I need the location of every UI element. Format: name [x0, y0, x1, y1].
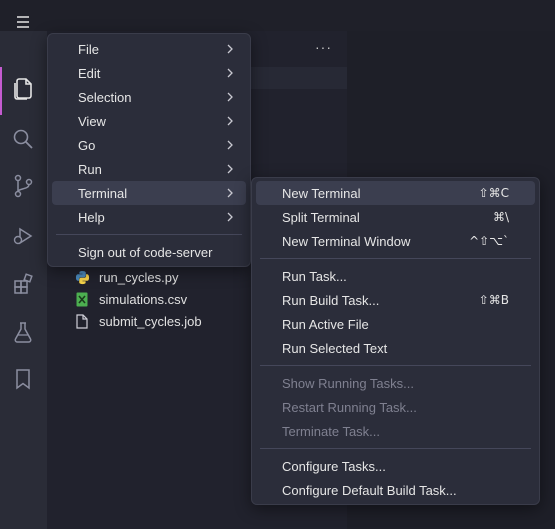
file-name: submit_cycles.job — [99, 313, 202, 329]
menu-item-label: Run Selected Text — [282, 340, 388, 356]
chevron-right-icon — [227, 68, 233, 78]
menu-separator — [260, 258, 531, 259]
restart-running-task-item: Restart Running Task... — [256, 395, 535, 419]
menu-item-file[interactable]: File — [52, 37, 246, 61]
run-debug-icon[interactable] — [11, 224, 35, 248]
menu-item-label: Configure Default Build Task... — [282, 482, 457, 498]
terminal-submenu: New Terminal ⇧⌘C Split Terminal ⌘\ New T… — [251, 177, 540, 505]
run-active-file-item[interactable]: Run Active File — [256, 312, 535, 336]
menu-item-run[interactable]: Run — [52, 157, 246, 181]
menu-item-label: Terminal — [78, 185, 128, 201]
search-icon[interactable] — [11, 127, 35, 151]
menu-item-help[interactable]: Help — [52, 205, 246, 229]
run-selected-text-item[interactable]: Run Selected Text — [256, 336, 535, 360]
testing-flask-icon[interactable] — [11, 320, 35, 344]
title-bar — [0, 0, 555, 31]
menu-item-go[interactable]: Go — [52, 133, 246, 157]
chevron-right-icon — [227, 44, 233, 54]
menu-item-label: New Terminal Window — [282, 233, 411, 249]
menu-item-label: Show Running Tasks... — [282, 375, 414, 391]
file-name: run_cycles.py — [99, 269, 179, 285]
csv-icon — [74, 291, 90, 307]
keyboard-shortcut: ⌘\ — [492, 210, 509, 224]
keyboard-shortcut: ^⇧⌥` — [469, 234, 509, 248]
sign-out-menu-item[interactable]: Sign out of code-server — [52, 240, 246, 264]
source-control-icon[interactable] — [11, 174, 35, 198]
menu-item-view[interactable]: View — [52, 109, 246, 133]
menu-item-label: File — [78, 41, 99, 57]
menu-item-label: Sign out of code-server — [78, 244, 213, 260]
active-indicator — [0, 67, 2, 115]
menu-item-label: Go — [78, 137, 96, 153]
menu-item-label: View — [78, 113, 106, 129]
python-icon — [74, 269, 90, 285]
menu-item-label: Restart Running Task... — [282, 399, 417, 415]
menu-separator — [260, 448, 531, 449]
activity-bar — [0, 31, 47, 529]
menu-item-label: Selection — [78, 89, 132, 105]
split-terminal-item[interactable]: Split Terminal ⌘\ — [256, 205, 535, 229]
menu-separator — [260, 365, 531, 366]
menu-separator — [56, 234, 242, 235]
extensions-icon[interactable] — [11, 272, 35, 296]
new-terminal-item[interactable]: New Terminal ⇧⌘C — [256, 181, 535, 205]
keyboard-shortcut: ⇧⌘C — [478, 186, 509, 200]
bookmark-icon[interactable] — [11, 367, 35, 391]
chevron-right-icon — [227, 164, 233, 174]
chevron-right-icon — [227, 212, 233, 222]
new-terminal-window-item[interactable]: New Terminal Window ^⇧⌥` — [256, 229, 535, 253]
terminate-task-item: Terminate Task... — [256, 419, 535, 443]
menu-item-label: Edit — [78, 65, 101, 81]
chevron-right-icon — [227, 92, 233, 102]
keyboard-shortcut: ⇧⌘B — [478, 293, 509, 307]
menu-item-label: Run Active File — [282, 316, 369, 332]
run-task-item[interactable]: Run Task... — [256, 264, 535, 288]
menu-item-label: Run — [78, 161, 102, 177]
configure-tasks-item[interactable]: Configure Tasks... — [256, 454, 535, 478]
run-build-task-item[interactable]: Run Build Task... ⇧⌘B — [256, 288, 535, 312]
menu-item-edit[interactable]: Edit — [52, 61, 246, 85]
chevron-right-icon — [227, 188, 233, 198]
menu-item-label: Help — [78, 209, 105, 225]
menu-item-label: New Terminal — [282, 185, 361, 201]
menu-item-label: Configure Tasks... — [282, 458, 386, 474]
more-actions-icon[interactable]: ··· — [315, 39, 331, 55]
file-name: simulations.csv — [99, 291, 188, 307]
menu-item-label: Split Terminal — [282, 209, 360, 225]
hamburger-menu-icon[interactable] — [13, 12, 33, 32]
configure-default-build-task-item[interactable]: Configure Default Build Task... — [256, 478, 535, 502]
menu-item-label: Terminate Task... — [282, 423, 381, 439]
menu-item-selection[interactable]: Selection — [52, 85, 246, 109]
chevron-right-icon — [227, 116, 233, 126]
menu-item-label: Run Build Task... — [282, 292, 380, 308]
menu-item-terminal[interactable]: Terminal — [52, 181, 246, 205]
show-running-tasks-item: Show Running Tasks... — [256, 371, 535, 395]
explorer-files-icon[interactable] — [11, 77, 35, 101]
menu-item-label: Run Task... — [282, 268, 347, 284]
file-icon — [74, 313, 90, 329]
chevron-right-icon — [227, 140, 233, 150]
application-menu: File Edit Selection View Go Run Terminal… — [47, 33, 251, 267]
